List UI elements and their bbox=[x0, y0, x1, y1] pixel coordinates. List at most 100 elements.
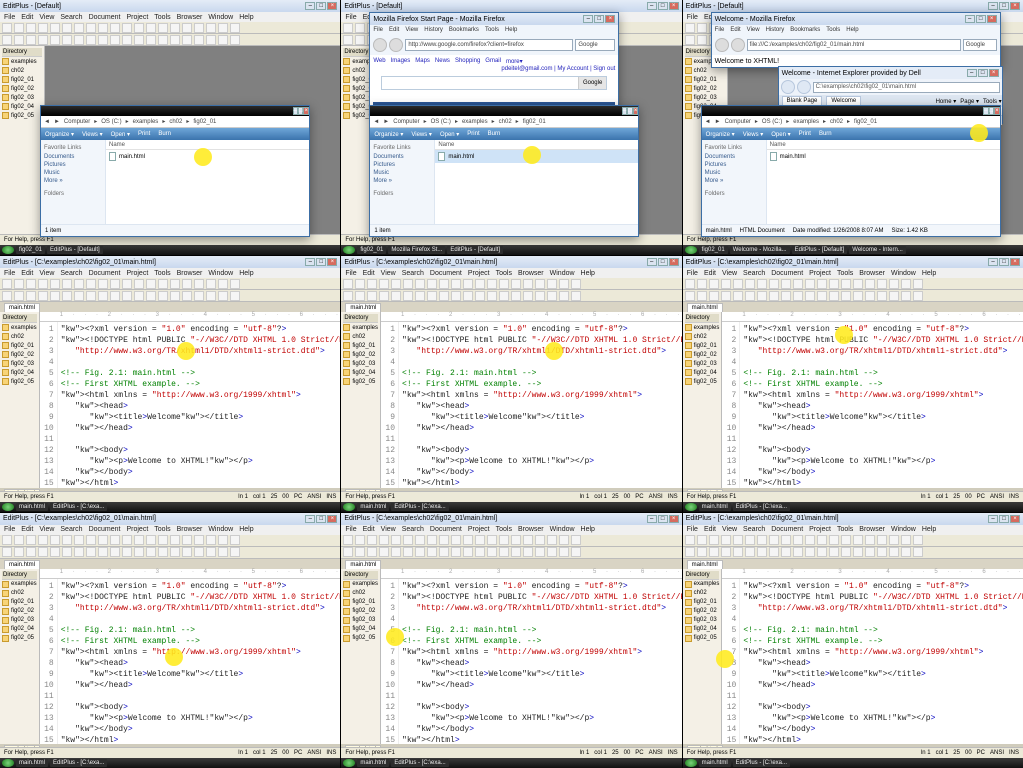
toolbar-icon[interactable] bbox=[110, 35, 120, 45]
toolbar-2[interactable] bbox=[0, 34, 340, 46]
toolbar-icon[interactable] bbox=[158, 35, 168, 45]
explorer-favorites[interactable]: Favorite Links DocumentsPicturesMusicMor… bbox=[41, 140, 106, 224]
toolbar-icon[interactable] bbox=[230, 35, 240, 45]
dir-ch02[interactable]: ch02 bbox=[2, 66, 42, 75]
directory-sidebar[interactable]: Directoryexamplesch02fig02_01fig02_02fig… bbox=[341, 569, 381, 744]
dir-fig02_01[interactable]: fig02_01 bbox=[2, 75, 42, 84]
code-area[interactable]: "kw"><?xml version = "1.0" encoding = "u… bbox=[399, 579, 682, 744]
toolbar-icon[interactable] bbox=[134, 35, 144, 45]
explorer-filelist[interactable]: Name main.html bbox=[106, 140, 309, 224]
code-area[interactable]: "kw"><?xml version = "1.0" encoding = "u… bbox=[740, 579, 1023, 744]
toolbar-icon[interactable] bbox=[685, 35, 695, 45]
toolbar-icon[interactable] bbox=[182, 23, 192, 33]
toolbar-icon[interactable] bbox=[218, 35, 228, 45]
directory-sidebar[interactable]: Directoryexamplesch02fig02_01fig02_02fig… bbox=[683, 312, 723, 487]
toolbar-icon[interactable] bbox=[98, 35, 108, 45]
menu-help[interactable]: Help bbox=[239, 14, 253, 21]
directory-sidebar[interactable]: Directoryexamplesch02fig02_01fig02_02fig… bbox=[0, 569, 40, 744]
toolbar-icon[interactable] bbox=[86, 23, 96, 33]
toolbar-icon[interactable] bbox=[74, 23, 84, 33]
directory-sidebar[interactable]: Directoryexamplesch02fig02_01fig02_02fig… bbox=[0, 46, 45, 241]
editor-tab[interactable]: main.html bbox=[687, 560, 723, 569]
back-icon[interactable]: ◄ bbox=[373, 119, 379, 125]
firefox-navbar[interactable]: http://www.google.com/firefox?client=fir… bbox=[370, 35, 618, 55]
fwd-icon[interactable]: ► bbox=[715, 119, 721, 125]
menubar[interactable]: FileEditViewSearchDocumentProjectToolsBr… bbox=[0, 12, 340, 22]
menu-file[interactable]: File bbox=[687, 14, 698, 21]
toolbar-icon[interactable] bbox=[38, 23, 48, 33]
toolbar-icon[interactable] bbox=[50, 23, 60, 33]
toolbar-icon[interactable] bbox=[2, 35, 12, 45]
editor-tab[interactable]: main.html bbox=[345, 560, 381, 569]
directory-sidebar[interactable]: Directoryexamplesch02fig02_01fig02_02fig… bbox=[341, 312, 381, 487]
start-button[interactable] bbox=[2, 246, 14, 254]
code-area[interactable]: "kw"><?xml version = "1.0" encoding = "u… bbox=[399, 322, 682, 487]
file-explorer[interactable]: –□× ◄► Computer ▸ OS (C:) ▸ examples ▸ c… bbox=[369, 105, 639, 237]
toolbar-icon[interactable] bbox=[170, 35, 180, 45]
menu-view[interactable]: View bbox=[39, 14, 54, 21]
firefox-window[interactable]: Mozilla Firefox Start Page - Mozilla Fir… bbox=[369, 12, 619, 110]
explorer-toolbar[interactable]: Organize ▾Views ▾Open ▾PrintBurn bbox=[41, 128, 309, 140]
firefox-searchbox[interactable]: Google bbox=[575, 39, 615, 51]
dir-fig02_02[interactable]: fig02_02 bbox=[685, 84, 725, 93]
toolbar-icon[interactable] bbox=[50, 35, 60, 45]
google-account[interactable]: pdeitel@gmail.com | My Account | Sign ou… bbox=[373, 66, 615, 72]
toolbar-icon[interactable] bbox=[343, 35, 353, 45]
directory-sidebar[interactable]: Directoryexamplesch02fig02_01fig02_02fig… bbox=[0, 312, 40, 487]
toolbar-icon[interactable] bbox=[194, 23, 204, 33]
toolbar-icon[interactable] bbox=[26, 35, 36, 45]
dir-fig02_04[interactable]: fig02_04 bbox=[2, 102, 42, 111]
menu-file[interactable]: File bbox=[4, 14, 15, 21]
back-icon[interactable]: ◄ bbox=[705, 119, 711, 125]
editor-tab[interactable]: main.html bbox=[4, 303, 40, 312]
toolbar-icon[interactable] bbox=[230, 23, 240, 33]
menu-project[interactable]: Project bbox=[126, 14, 148, 21]
firefox-window-local[interactable]: Welcome - Mozilla Firefox–□× FileEditVie… bbox=[711, 12, 1001, 68]
firefox-menubar[interactable]: FileEditViewHistoryBookmarksToolsHelp bbox=[370, 25, 618, 35]
toolbar-icon[interactable] bbox=[62, 35, 72, 45]
editor-tab[interactable]: main.html bbox=[4, 560, 40, 569]
dir-fig02_03[interactable]: fig02_03 bbox=[2, 93, 42, 102]
toolbar-icon[interactable] bbox=[206, 23, 216, 33]
menu-tools[interactable]: Tools bbox=[154, 14, 170, 21]
toolbar-icon[interactable] bbox=[343, 23, 353, 33]
menu-search[interactable]: Search bbox=[60, 14, 82, 21]
code-area[interactable]: "kw"><?xml version = "1.0" encoding = "u… bbox=[58, 322, 341, 487]
window-controls[interactable]: –□× bbox=[305, 2, 337, 10]
toolbar-icon[interactable] bbox=[697, 23, 707, 33]
google-searchbox[interactable]: Google bbox=[381, 76, 607, 90]
toolbar-icon[interactable] bbox=[697, 35, 707, 45]
toolbar-icon[interactable] bbox=[182, 35, 192, 45]
toolbar-icon[interactable] bbox=[218, 23, 228, 33]
file-explorer[interactable]: –□× ◄► Computer ▸ OS (C:) ▸ examples ▸ c… bbox=[40, 105, 310, 237]
toolbar-icon[interactable] bbox=[146, 35, 156, 45]
firefox-urlbar[interactable]: http://www.google.com/firefox?client=fir… bbox=[405, 39, 573, 51]
dir-fig02_02[interactable]: fig02_02 bbox=[2, 84, 42, 93]
code-area[interactable]: "kw"><?xml version = "1.0" encoding = "u… bbox=[58, 579, 341, 744]
toolbar-icon[interactable] bbox=[14, 35, 24, 45]
toolbar-icon[interactable] bbox=[14, 23, 24, 33]
toolbar-icon[interactable] bbox=[158, 23, 168, 33]
dir-fig02_05[interactable]: fig02_05 bbox=[2, 111, 42, 120]
toolbar-icon[interactable] bbox=[355, 35, 365, 45]
back-icon[interactable]: ◄ bbox=[44, 119, 50, 125]
google-navtabs[interactable]: WebImagesMapsNewsShoppingGmailmore▾ bbox=[373, 58, 615, 65]
firefox-urlbar[interactable]: file:///C:/examples/ch02/fig02_01/main.h… bbox=[747, 39, 961, 51]
toolbar-icon[interactable] bbox=[122, 23, 132, 33]
fwd-icon[interactable]: ► bbox=[383, 119, 389, 125]
menu-window[interactable]: Window bbox=[208, 14, 233, 21]
toolbar-icon[interactable] bbox=[355, 23, 365, 33]
menu-document[interactable]: Document bbox=[89, 14, 121, 21]
toolbar-icon[interactable] bbox=[98, 23, 108, 33]
toolbar-icon[interactable] bbox=[170, 23, 180, 33]
toolbar-icon[interactable] bbox=[62, 23, 72, 33]
toolbar-icon[interactable] bbox=[74, 35, 84, 45]
menu-file[interactable]: File bbox=[345, 14, 356, 21]
menu-edit[interactable]: Edit bbox=[21, 14, 33, 21]
toolbar-icon[interactable] bbox=[122, 35, 132, 45]
dir-examples[interactable]: examples bbox=[2, 57, 42, 66]
toolbar-1[interactable] bbox=[0, 22, 340, 34]
toolbar-icon[interactable] bbox=[86, 35, 96, 45]
editor-tab[interactable]: main.html bbox=[345, 303, 381, 312]
dir-fig02_03[interactable]: fig02_03 bbox=[685, 93, 725, 102]
